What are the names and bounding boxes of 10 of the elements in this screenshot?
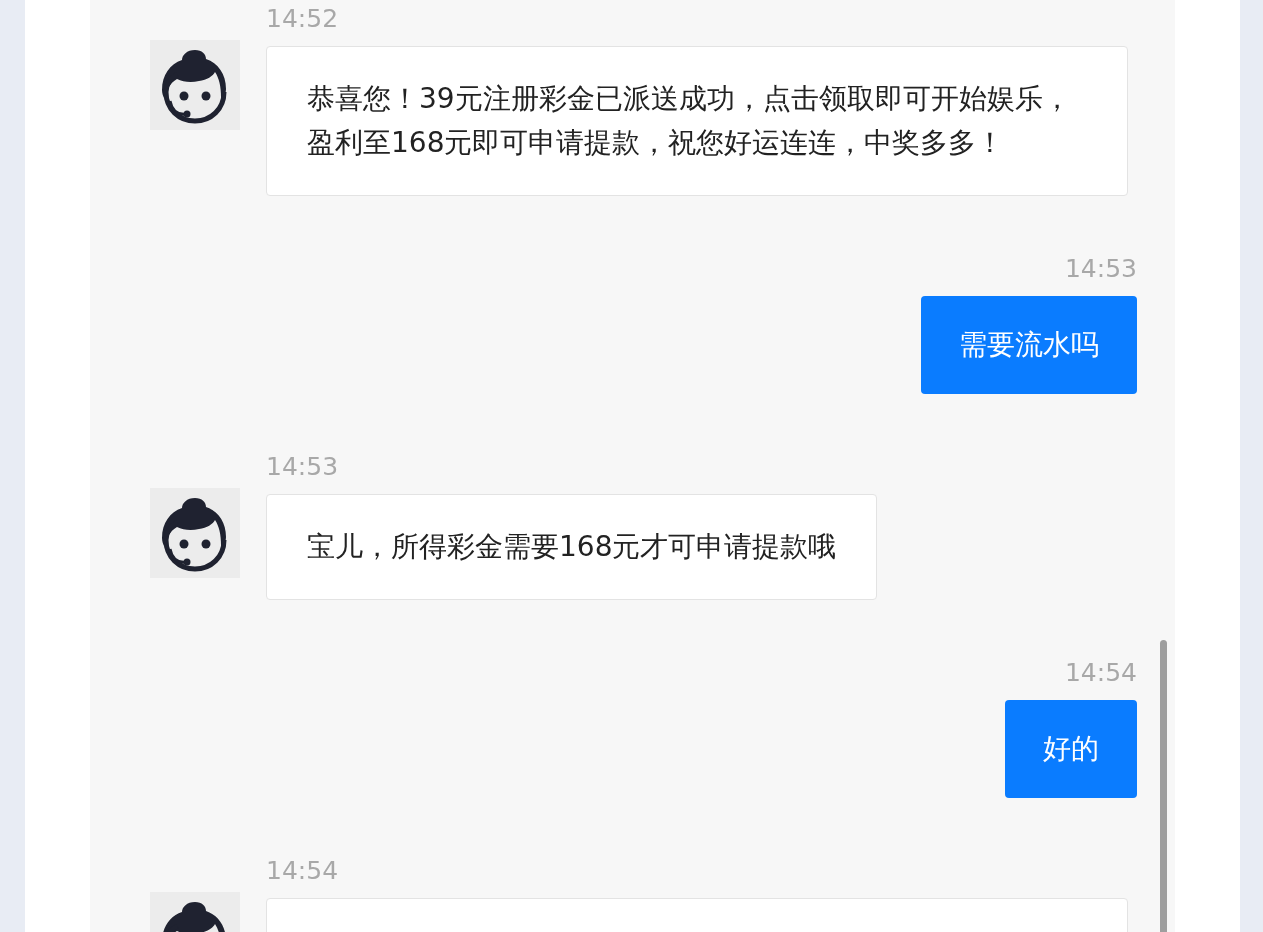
user-message: 需要流水吗 bbox=[921, 296, 1137, 394]
agent-message: 恭喜您！39元注册彩金已派送成功，点击领取即可开始娱乐，盈利至168元即可申请提款，祝您好运连连，中奖多多！ bbox=[266, 46, 1128, 196]
scrollbar[interactable] bbox=[1160, 640, 1167, 932]
message-time: 14:54 bbox=[1064, 658, 1137, 688]
message-time: 14:52 bbox=[266, 4, 340, 34]
message-time: 14:54 bbox=[266, 856, 340, 886]
message-time: 14:53 bbox=[266, 452, 340, 482]
message-time: 14:53 bbox=[1064, 254, 1137, 284]
agent-message: 宝儿，所得彩金需要168元才可申请提款哦 bbox=[266, 494, 878, 600]
user-message: 好的 bbox=[1005, 700, 1137, 798]
